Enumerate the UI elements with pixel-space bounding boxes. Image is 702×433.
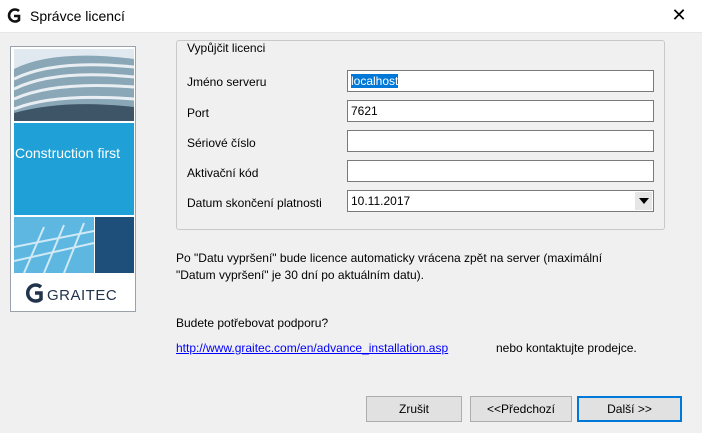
graitec-app-icon xyxy=(7,8,21,23)
serial-input[interactable] xyxy=(347,130,654,152)
note-line-1: Po "Datu vypršení" bude licence automati… xyxy=(176,251,603,265)
port-label: Port xyxy=(187,106,210,120)
port-input[interactable]: 7621 xyxy=(347,100,654,122)
activation-label: Aktivační kód xyxy=(187,166,259,180)
slogan-panel xyxy=(14,123,134,215)
title-bar: Správce licencí ✕ xyxy=(0,0,702,33)
installation-link[interactable]: http://www.graitec.com/en/advance_instal… xyxy=(176,341,448,355)
sidebar-banner: Construction first GRAITEC xyxy=(10,46,136,312)
expiry-note: Po "Datu vypršení" bude licence automati… xyxy=(176,250,666,284)
chevron-down-icon[interactable] xyxy=(635,192,652,210)
activation-input[interactable] xyxy=(347,160,654,182)
expiry-label: Datum skončení platnosti xyxy=(187,196,322,210)
note-line-2: "Datum vypršení" je 30 dní po aktuálním … xyxy=(176,268,424,282)
expiry-date-combo[interactable]: 10.11.2017 xyxy=(347,190,654,212)
next-button[interactable]: Další >> xyxy=(577,396,682,422)
support-question: Budete potřebovat podporu? xyxy=(176,316,329,330)
close-icon[interactable]: ✕ xyxy=(656,0,702,32)
graitec-logo-text: GRAITEC xyxy=(47,287,118,304)
group-legend: Vypůjčit licenci xyxy=(184,41,269,55)
slogan-text: Construction first xyxy=(15,145,121,161)
building-photo xyxy=(14,49,134,121)
graitec-logo-icon xyxy=(25,283,43,303)
cancel-button[interactable]: Zrušit xyxy=(366,396,462,422)
server-value: localhost xyxy=(351,74,399,88)
window-title: Správce licencí xyxy=(30,8,125,24)
previous-button[interactable]: <<Předchozí xyxy=(470,396,572,422)
serial-label: Sériové číslo xyxy=(187,136,256,150)
structure-image xyxy=(14,217,134,273)
server-label: Jméno serveru xyxy=(187,75,267,89)
server-input[interactable]: localhost xyxy=(347,70,654,92)
contact-text: nebo kontaktujte prodejce. xyxy=(496,341,637,355)
expiry-value: 10.11.2017 xyxy=(351,194,411,208)
